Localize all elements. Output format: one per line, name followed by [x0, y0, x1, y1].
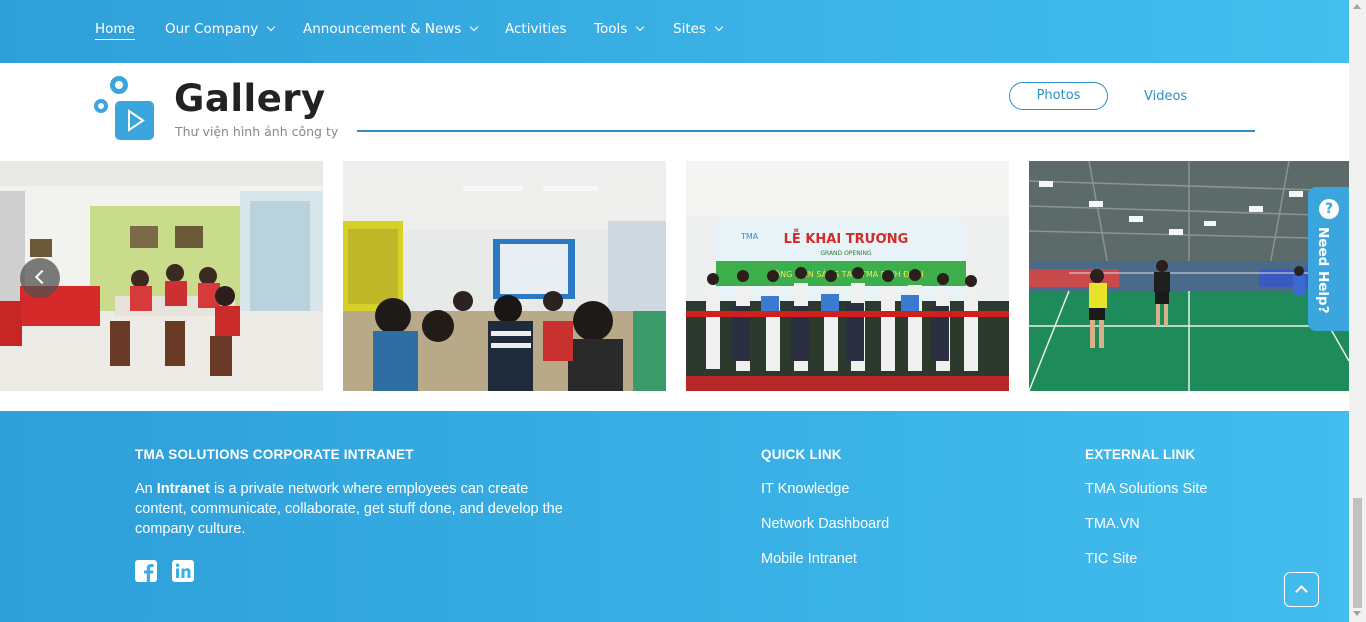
gallery-logo-icon	[93, 73, 158, 143]
about-pre: An	[135, 481, 157, 497]
about-bold: Intranet	[156, 481, 210, 497]
nav-item-label: Home	[95, 21, 135, 37]
page-scrollbar[interactable]	[1349, 0, 1366, 622]
footer-about-text: An Intranet is a private network where e…	[135, 479, 575, 539]
back-to-top-button[interactable]	[1284, 572, 1319, 607]
chevron-left-icon	[34, 269, 50, 285]
nav-item-label: Our Company	[165, 21, 259, 37]
banner-title: LỄ KHAI TRƯƠNG	[784, 230, 909, 247]
gallery-title: Gallery	[174, 77, 326, 120]
linkedin-icon[interactable]	[172, 560, 194, 582]
nav-item-sites[interactable]: Sites	[673, 21, 724, 37]
banner-strip: CÔNG VIÊN SÁNG TẠO TMA BÌNH ĐỊNH	[768, 268, 923, 280]
footer: TMA SOLUTIONS CORPORATE INTRANET An Intr…	[0, 411, 1349, 622]
gallery-photo-badminton[interactable]	[1029, 161, 1349, 391]
gallery-subtitle: Thư viện hình ảnh công ty	[175, 124, 339, 139]
gallery-photo-training[interactable]	[343, 161, 666, 391]
chevron-down-icon	[470, 22, 479, 32]
banner-subtitle: GRAND OPENING	[820, 250, 872, 257]
scroll-down-arrow-icon[interactable]	[1353, 611, 1361, 616]
divider	[357, 130, 1255, 132]
nav-item-our-company[interactable]: Our Company	[165, 21, 276, 37]
nav-item-label: Activities	[505, 21, 567, 37]
footer-external-title: EXTERNAL LINK	[1085, 447, 1196, 462]
top-navigation: Home Our Company Announcement & News Act…	[0, 0, 1349, 63]
link-tma-vn[interactable]: TMA.VN	[1085, 516, 1140, 532]
gallery-photo-grand-opening[interactable]: LỄ KHAI TRƯƠNG GRAND OPENING TMA CÔNG VI…	[686, 161, 1009, 391]
footer-about-title: TMA SOLUTIONS CORPORATE INTRANET	[135, 447, 414, 462]
facebook-icon[interactable]	[135, 560, 157, 582]
nav-item-label: Announcement & News	[303, 21, 462, 37]
chevron-down-icon	[636, 22, 645, 32]
chevron-up-icon	[1295, 585, 1308, 598]
link-it-knowledge[interactable]: IT Knowledge	[761, 481, 849, 497]
scrollbar-thumb[interactable]	[1353, 498, 1362, 608]
link-mobile-intranet[interactable]: Mobile Intranet	[761, 551, 857, 567]
nav-item-label: Sites	[673, 21, 706, 37]
need-help-button[interactable]: ? Need Help?	[1308, 187, 1349, 331]
nav-item-announcement-news[interactable]: Announcement & News	[303, 21, 479, 37]
nav-item-tools[interactable]: Tools	[594, 21, 645, 37]
need-help-label: Need Help?	[1315, 227, 1331, 314]
scroll-up-arrow-icon[interactable]	[1353, 4, 1361, 9]
nav-item-home[interactable]: Home	[95, 21, 135, 40]
carousel-prev-button[interactable]	[20, 258, 60, 298]
footer-quick-title: QUICK LINK	[761, 447, 842, 462]
chevron-down-icon	[267, 22, 276, 32]
tab-photos[interactable]: Photos	[1009, 82, 1108, 110]
link-tma-solutions-site[interactable]: TMA Solutions Site	[1085, 481, 1208, 497]
nav-item-label: Tools	[594, 21, 628, 37]
link-network-dashboard[interactable]: Network Dashboard	[761, 516, 889, 532]
help-icon: ?	[1319, 199, 1339, 219]
link-tic-site[interactable]: TIC Site	[1085, 551, 1137, 567]
nav-item-activities[interactable]: Activities	[505, 21, 567, 37]
chevron-down-icon	[714, 22, 724, 32]
tab-videos[interactable]: Videos	[1144, 89, 1187, 104]
banner-logo: TMA	[740, 232, 759, 241]
